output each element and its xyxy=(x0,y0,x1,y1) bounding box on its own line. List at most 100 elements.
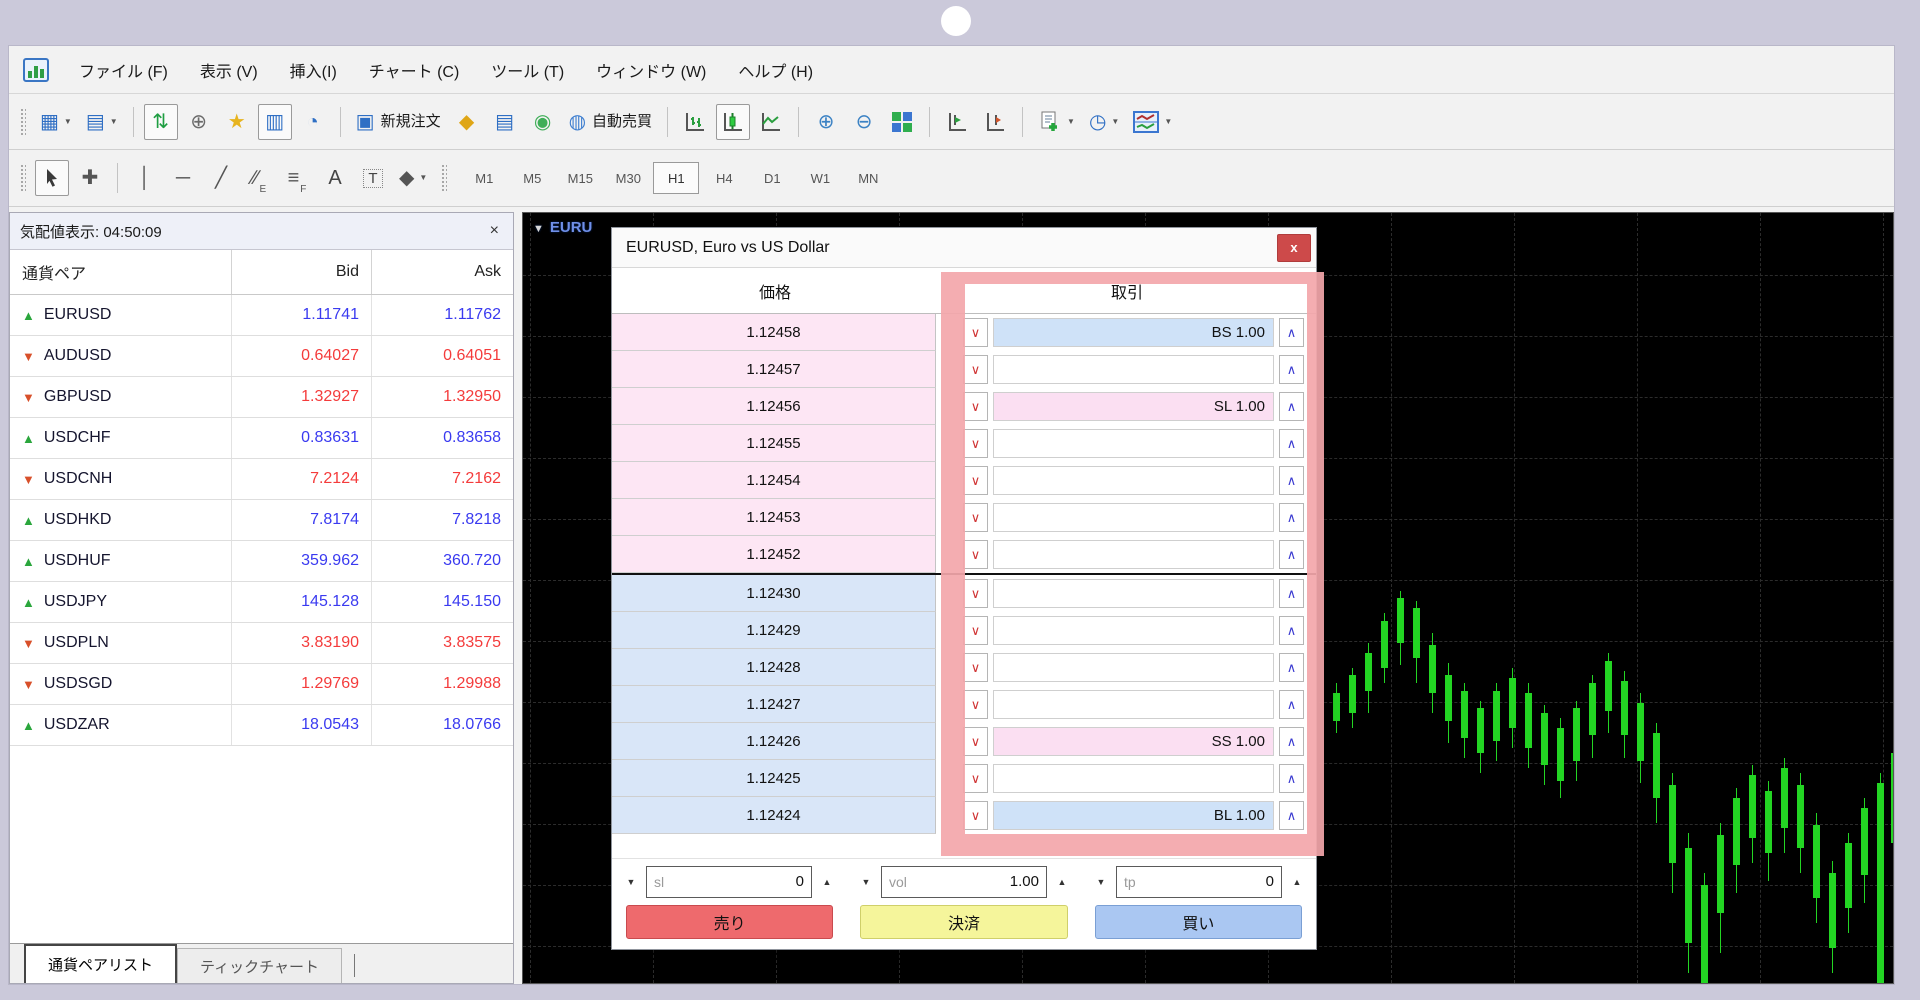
timeframe-m5[interactable]: M5 xyxy=(509,162,555,194)
close-button[interactable]: x xyxy=(1277,234,1311,262)
timeframe-h4[interactable]: H4 xyxy=(701,162,747,194)
zoom-in-icon[interactable]: ⊕ xyxy=(809,104,843,140)
zoom-out-icon[interactable]: ⊖ xyxy=(847,104,881,140)
column-header-symbol[interactable]: 通貨ペア xyxy=(10,250,232,294)
buy-chevron-button[interactable]: ∧ xyxy=(1279,579,1304,608)
market-watch-icon[interactable]: ⇅ xyxy=(144,104,178,140)
chevron-down-icon[interactable]: ▼ xyxy=(64,118,72,126)
table-row[interactable]: ▲USDHUF359.962360.720 xyxy=(10,541,513,582)
chevron-down-icon[interactable]: ▼ xyxy=(533,223,544,235)
menu-item[interactable]: ヘルプ (H) xyxy=(722,52,829,88)
buy-chevron-button[interactable]: ∧ xyxy=(1279,466,1304,495)
sl-increment-button[interactable]: ▲ xyxy=(816,871,838,893)
sell-chevron-button[interactable]: ∨ xyxy=(963,392,988,421)
buy-button[interactable]: 買い xyxy=(1095,905,1302,939)
price-cell[interactable]: 1.12430 xyxy=(612,575,936,612)
order-cell[interactable]: BL 1.00 xyxy=(993,801,1274,830)
table-row[interactable]: ▲USDJPY145.128145.150 xyxy=(10,582,513,623)
timeframe-m1[interactable]: M1 xyxy=(461,162,507,194)
sell-chevron-button[interactable]: ∨ xyxy=(963,540,988,569)
sell-chevron-button[interactable]: ∨ xyxy=(963,503,988,532)
table-row[interactable]: ▼USDCNH7.21247.2162 xyxy=(10,459,513,500)
cursor-icon[interactable] xyxy=(35,160,69,196)
buy-chevron-button[interactable]: ∧ xyxy=(1279,727,1304,756)
price-cell[interactable]: 1.12424 xyxy=(612,797,936,834)
buy-chevron-button[interactable]: ∧ xyxy=(1279,392,1304,421)
buy-chevron-button[interactable]: ∧ xyxy=(1279,616,1304,645)
order-cell[interactable]: SL 1.00 xyxy=(993,392,1274,421)
menu-item[interactable]: 表示 (V) xyxy=(184,52,274,88)
table-row[interactable]: ▲USDCHF0.836310.83658 xyxy=(10,418,513,459)
chevron-down-icon[interactable]: ▼ xyxy=(1067,118,1075,126)
sl-decrement-button[interactable]: ▼ xyxy=(620,871,642,893)
table-row[interactable]: ▼AUDUSD0.640270.64051 xyxy=(10,336,513,377)
price-cell[interactable]: 1.12457 xyxy=(612,351,936,388)
timeframe-m30[interactable]: M30 xyxy=(605,162,651,194)
text-icon[interactable]: A xyxy=(318,160,352,196)
chart-symbol-label[interactable]: ▼EURU xyxy=(533,219,592,236)
close-icon[interactable]: × xyxy=(486,222,503,240)
buy-chevron-button[interactable]: ∧ xyxy=(1279,690,1304,719)
close-button[interactable]: 決済 xyxy=(860,905,1067,939)
chart-area[interactable]: ▼EURU EURUSD, Euro vs US Dollar x 価格 取引 … xyxy=(522,212,1894,984)
crosshair-icon[interactable]: ✚ xyxy=(73,160,107,196)
new-chart-icon[interactable]: ▦▼ xyxy=(35,104,77,140)
market-terminal-icon[interactable]: ▤ xyxy=(488,104,522,140)
chevron-down-icon[interactable]: ▼ xyxy=(1164,118,1172,126)
table-row[interactable]: ▲EURUSD1.117411.11762 xyxy=(10,295,513,336)
order-cell[interactable] xyxy=(993,429,1274,458)
order-cell[interactable] xyxy=(993,690,1274,719)
sell-chevron-button[interactable]: ∨ xyxy=(963,690,988,719)
sell-chevron-button[interactable]: ∨ xyxy=(963,429,988,458)
chevron-down-icon[interactable]: ▼ xyxy=(110,118,118,126)
strategy-tester-icon[interactable]: ◔ xyxy=(296,104,330,140)
column-header-ask[interactable]: Ask xyxy=(372,250,513,294)
arrows-icon[interactable]: ◆▼ xyxy=(394,160,432,196)
table-row[interactable]: ▼USDSGD1.297691.29988 xyxy=(10,664,513,705)
table-row[interactable]: ▼USDPLN3.831903.83575 xyxy=(10,623,513,664)
timeframe-mn[interactable]: MN xyxy=(845,162,891,194)
price-cell[interactable]: 1.12456 xyxy=(612,388,936,425)
toolbar-grip[interactable] xyxy=(441,164,447,192)
sell-chevron-button[interactable]: ∨ xyxy=(963,318,988,347)
price-cell[interactable]: 1.12452 xyxy=(612,536,936,573)
buy-chevron-button[interactable]: ∧ xyxy=(1279,503,1304,532)
buy-chevron-button[interactable]: ∧ xyxy=(1279,801,1304,830)
new-order-icon[interactable]: ▣新規注文 xyxy=(351,104,446,140)
sell-chevron-button[interactable]: ∨ xyxy=(963,801,988,830)
menu-item[interactable]: ウィンドウ (W) xyxy=(580,52,722,88)
price-cell[interactable]: 1.12458 xyxy=(612,314,936,351)
order-cell[interactable]: SS 1.00 xyxy=(993,727,1274,756)
order-cell[interactable] xyxy=(993,764,1274,793)
price-cell[interactable]: 1.12426 xyxy=(612,723,936,760)
tp-field[interactable]: tp0 xyxy=(1116,866,1282,898)
toolbar-grip[interactable] xyxy=(20,164,26,192)
timeframe-h1[interactable]: H1 xyxy=(653,162,699,194)
profiles-icon[interactable]: ▤▼ xyxy=(81,104,123,140)
buy-chevron-button[interactable]: ∧ xyxy=(1279,653,1304,682)
autotrading-icon[interactable]: ◍自動売買 xyxy=(564,104,657,140)
sl-field[interactable]: sl0 xyxy=(646,866,812,898)
menu-item[interactable]: チャート (C) xyxy=(353,52,476,88)
chevron-down-icon[interactable]: ▼ xyxy=(419,174,427,182)
table-row[interactable]: ▼GBPUSD1.329271.32950 xyxy=(10,377,513,418)
tp-increment-button[interactable]: ▲ xyxy=(1286,871,1308,893)
indicators-icon[interactable]: ▼ xyxy=(1128,104,1177,140)
menu-item[interactable]: 挿入(I) xyxy=(274,52,353,88)
tp-decrement-button[interactable]: ▼ xyxy=(1090,871,1112,893)
order-cell[interactable] xyxy=(993,616,1274,645)
add-template-icon[interactable]: ▼ xyxy=(1033,104,1080,140)
sell-chevron-button[interactable]: ∨ xyxy=(963,653,988,682)
navigator-icon[interactable]: ★ xyxy=(220,104,254,140)
timeframe-m15[interactable]: M15 xyxy=(557,162,603,194)
sell-chevron-button[interactable]: ∨ xyxy=(963,466,988,495)
tab-tick-chart[interactable]: ティックチャート xyxy=(177,948,342,983)
period-clock-icon[interactable]: ◷▼ xyxy=(1084,104,1124,140)
price-cell[interactable]: 1.12455 xyxy=(612,425,936,462)
tab-symbol-list[interactable]: 通貨ペアリスト xyxy=(24,944,177,983)
vol-field[interactable]: vol1.00 xyxy=(881,866,1047,898)
dom-dialog-titlebar[interactable]: EURUSD, Euro vs US Dollar x xyxy=(612,228,1316,268)
order-cell[interactable] xyxy=(993,355,1274,384)
order-cell[interactable] xyxy=(993,653,1274,682)
table-row[interactable]: ▲USDZAR18.054318.0766 xyxy=(10,705,513,746)
